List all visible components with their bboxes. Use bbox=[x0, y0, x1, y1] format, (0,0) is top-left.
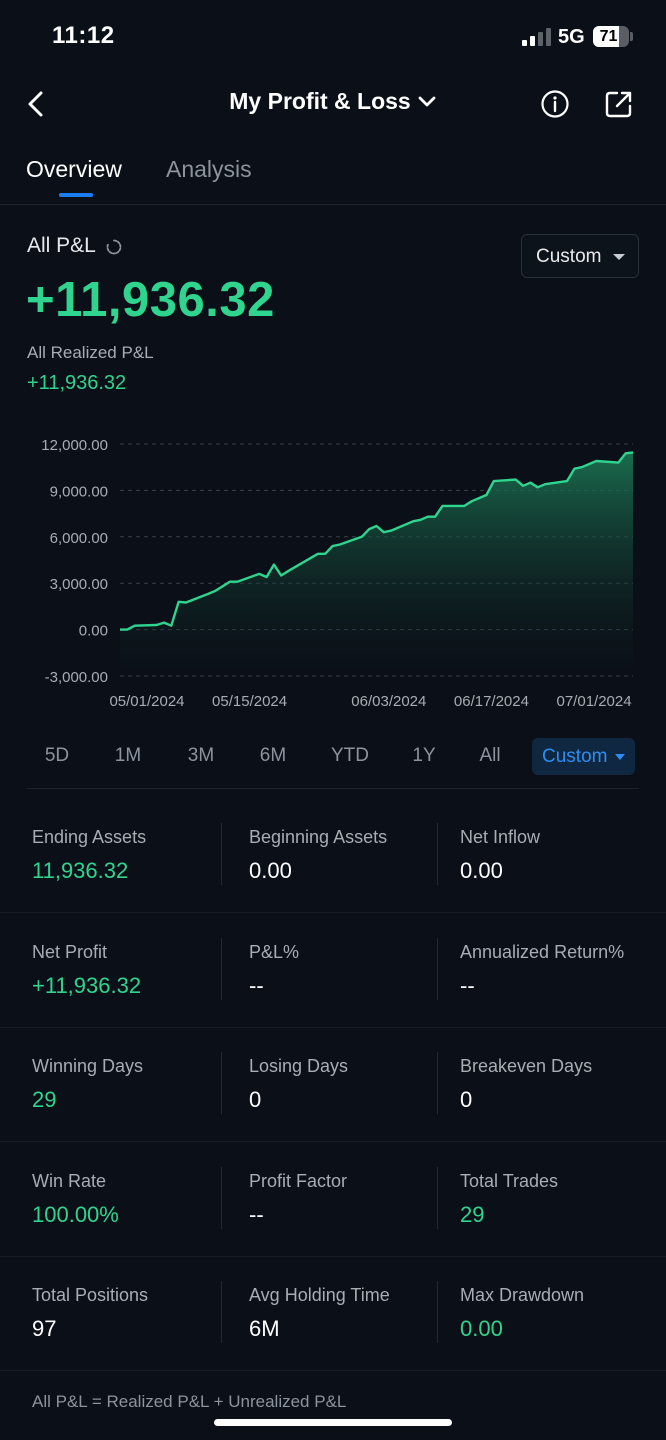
stat-value: -- bbox=[249, 1201, 264, 1227]
stat-column-divider bbox=[221, 1052, 222, 1114]
range-button[interactable]: YTD bbox=[320, 745, 380, 767]
stat-row-divider bbox=[0, 1370, 666, 1371]
stat-label: Winning Days bbox=[32, 1056, 144, 1076]
stat-value: 11,936.32 bbox=[32, 858, 129, 883]
stat-column-divider bbox=[221, 1281, 222, 1343]
stat-value: -- bbox=[249, 972, 264, 998]
caret-down-icon bbox=[613, 254, 625, 260]
stat-value: 0.00 bbox=[460, 858, 503, 883]
caret-down-icon bbox=[615, 754, 625, 760]
chart-y-tick-label: -3,000.00 bbox=[45, 669, 108, 686]
chart-y-tick-label: 3,000.00 bbox=[50, 576, 108, 593]
stat-label: Ending Assets bbox=[32, 827, 147, 847]
range-custom-button[interactable]: Custom bbox=[532, 738, 635, 775]
stat-value: -- bbox=[460, 972, 475, 998]
stat-label: Profit Factor bbox=[249, 1170, 348, 1191]
info-icon[interactable] bbox=[540, 89, 570, 119]
chart-y-tick-label: 6,000.00 bbox=[50, 530, 108, 547]
range-button[interactable]: 5D bbox=[27, 745, 87, 767]
chart-x-tick-label: 06/03/2024 bbox=[351, 693, 426, 710]
realized-pnl-label: All Realized P&L bbox=[27, 343, 154, 362]
chart-y-tick-label: 9,000.00 bbox=[50, 483, 108, 500]
period-selector-button[interactable]: Custom bbox=[521, 234, 639, 278]
stat-value: 29 bbox=[32, 1087, 57, 1112]
stat-value: 0 bbox=[249, 1087, 262, 1112]
chart-x-tick-label: 05/01/2024 bbox=[109, 693, 184, 710]
tabs-divider bbox=[0, 204, 666, 205]
chart-y-tick-label: 0.00 bbox=[79, 623, 108, 640]
stat-column-divider bbox=[437, 1281, 438, 1343]
chart-y-tick-label: 12,000.00 bbox=[41, 437, 108, 454]
stat-column-divider bbox=[437, 823, 438, 885]
share-icon[interactable] bbox=[604, 89, 634, 119]
home-indicator[interactable] bbox=[214, 1419, 452, 1426]
stat-row-divider bbox=[0, 912, 666, 913]
chart-x-tick-label: 07/01/2024 bbox=[557, 693, 632, 710]
stat-column-divider bbox=[437, 1052, 438, 1114]
stat-column-divider bbox=[221, 1166, 222, 1229]
battery-level: 71 bbox=[599, 28, 618, 45]
realized-pnl-value: +11,936.32 bbox=[27, 372, 127, 394]
network-type: 5G bbox=[558, 26, 585, 48]
stat-label: Annualized Return% bbox=[460, 941, 625, 962]
range-custom-label: Custom bbox=[542, 746, 608, 767]
stat-value: 0.00 bbox=[249, 858, 292, 883]
stat-value: 6M bbox=[249, 1316, 280, 1341]
tab-overview[interactable]: Overview bbox=[26, 156, 122, 183]
tab-analysis[interactable]: Analysis bbox=[166, 156, 252, 183]
cellular-signal-icon bbox=[522, 28, 552, 46]
chevron-down-icon bbox=[418, 96, 436, 106]
stat-value: 29 bbox=[460, 1201, 485, 1227]
pnl-footnote: All P&L = Realized P&L + Unrealized P&L bbox=[32, 1392, 347, 1411]
stat-label: Total Trades bbox=[460, 1170, 559, 1191]
range-button[interactable]: 1Y bbox=[394, 745, 454, 767]
status-time: 11:12 bbox=[52, 22, 115, 49]
stat-value: 0 bbox=[460, 1087, 473, 1112]
stat-value: 100.00% bbox=[32, 1201, 119, 1227]
pnl-area-chart[interactable]: 12,000.00 9,000.00 6,000.00 3,000.00 0.00 -3,… bbox=[0, 420, 666, 720]
stat-label: Beginning Assets bbox=[249, 827, 388, 847]
chart-x-tick-label: 06/17/2024 bbox=[454, 693, 529, 710]
stat-label: Net Profit bbox=[32, 941, 108, 962]
all-pnl-label: All P&L bbox=[27, 234, 96, 257]
stat-column-divider bbox=[437, 937, 438, 1000]
range-button[interactable]: 3M bbox=[171, 745, 231, 767]
period-selector-label: Custom bbox=[536, 246, 602, 267]
stat-label: Win Rate bbox=[32, 1170, 107, 1191]
stat-label: Breakeven Days bbox=[460, 1056, 593, 1076]
active-tab-indicator bbox=[59, 193, 93, 197]
chart-area-fill bbox=[120, 452, 633, 676]
stat-row-divider bbox=[0, 1255, 666, 1257]
range-button[interactable]: 6M bbox=[243, 745, 303, 767]
page-title: My Profit & Loss bbox=[229, 88, 411, 114]
battery-tip bbox=[630, 32, 633, 41]
stat-value: 97 bbox=[32, 1316, 57, 1341]
stat-label: Total Positions bbox=[32, 1285, 149, 1305]
chart-x-tick-label: 05/15/2024 bbox=[212, 693, 287, 710]
range-button[interactable]: 1M bbox=[98, 745, 158, 767]
stat-label: P&L% bbox=[249, 941, 300, 962]
stat-row-divider bbox=[0, 1141, 666, 1142]
stat-value: 0.00 bbox=[460, 1316, 503, 1341]
stat-label: Max Drawdown bbox=[460, 1285, 585, 1305]
stat-label: Losing Days bbox=[249, 1056, 349, 1076]
stat-label: Net Inflow bbox=[460, 827, 541, 847]
battery-icon: 71 bbox=[593, 26, 629, 47]
refresh-icon[interactable] bbox=[105, 238, 123, 256]
stat-column-divider bbox=[437, 1166, 438, 1229]
stat-value: +11,936.32 bbox=[32, 972, 142, 998]
stat-row-divider bbox=[0, 1026, 666, 1028]
stat-column-divider bbox=[221, 937, 222, 1000]
range-button[interactable]: All bbox=[460, 745, 520, 767]
range-divider bbox=[27, 788, 639, 789]
all-pnl-value: +11,936.32 bbox=[26, 273, 275, 327]
stat-label: Avg Holding Time bbox=[249, 1285, 390, 1305]
stat-column-divider bbox=[221, 823, 222, 885]
